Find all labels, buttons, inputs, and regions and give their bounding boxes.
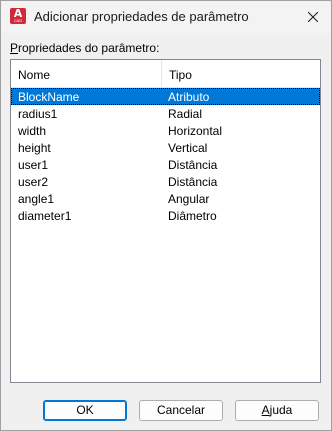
title-bar[interactable]: A CAD Adicionar propriedades de parâmetr… <box>1 1 331 33</box>
table-row[interactable]: user2 Distância <box>11 173 320 190</box>
cell-nome: width <box>18 124 47 138</box>
parameter-properties-list[interactable]: Nome Tipo BlockName Atributo radius1 Radial… <box>10 59 321 383</box>
app-icon-subtext: CAD <box>13 18 23 23</box>
cell-tipo: Horizontal <box>168 124 223 138</box>
help-button-accelerator: A <box>261 403 270 417</box>
cell-nome: BlockName <box>18 90 80 104</box>
column-header-nome[interactable]: Nome <box>11 60 162 87</box>
cell-nome: user2 <box>18 175 49 189</box>
cell-nome: radius1 <box>18 107 58 121</box>
column-header-tipo[interactable]: Tipo <box>162 60 320 87</box>
cell-tipo: Atributo <box>168 90 210 104</box>
help-button-text: juda <box>269 403 293 417</box>
cell-nome: diameter1 <box>18 209 72 223</box>
properties-group-label: Propriedades do parâmetro: <box>10 41 159 55</box>
help-button[interactable]: Ajuda <box>235 400 319 421</box>
table-row[interactable]: radius1 Radial <box>11 105 320 122</box>
close-icon <box>308 12 318 22</box>
window-title: Adicionar propriedades de parâmetro <box>34 9 249 24</box>
list-header: Nome Tipo <box>11 60 320 88</box>
cell-tipo: Diâmetro <box>168 209 217 223</box>
table-row[interactable]: height Vertical <box>11 139 320 156</box>
cell-tipo: Radial <box>168 107 203 121</box>
cancel-button[interactable]: Cancelar <box>139 400 223 421</box>
column-header-tipo-label: Tipo <box>169 68 192 82</box>
table-row[interactable]: BlockName Atributo <box>11 88 320 105</box>
column-header-nome-label: Nome <box>18 68 51 82</box>
cell-nome: height <box>18 141 51 155</box>
cell-tipo: Vertical <box>168 141 208 155</box>
cell-tipo: Angular <box>168 192 210 206</box>
group-label-accelerator: P <box>10 41 19 55</box>
cell-nome: angle1 <box>18 192 55 206</box>
cell-nome: user1 <box>18 158 49 172</box>
cell-tipo: Distância <box>168 158 218 172</box>
close-button[interactable] <box>295 1 331 33</box>
group-label-text: ropriedades do parâmetro: <box>18 41 160 55</box>
table-row[interactable]: width Horizontal <box>11 122 320 139</box>
dialog-window: A CAD Adicionar propriedades de parâmetr… <box>0 0 332 431</box>
table-row[interactable]: diameter1 Diâmetro <box>11 207 320 224</box>
autocad-icon: A CAD <box>10 7 26 24</box>
ok-button[interactable]: OK <box>43 400 127 421</box>
list-rows: BlockName Atributo radius1 Radial width Horiz… <box>11 88 320 224</box>
table-row[interactable]: angle1 Angular <box>11 190 320 207</box>
table-row[interactable]: user1 Distância <box>11 156 320 173</box>
cell-tipo: Distância <box>168 175 218 189</box>
